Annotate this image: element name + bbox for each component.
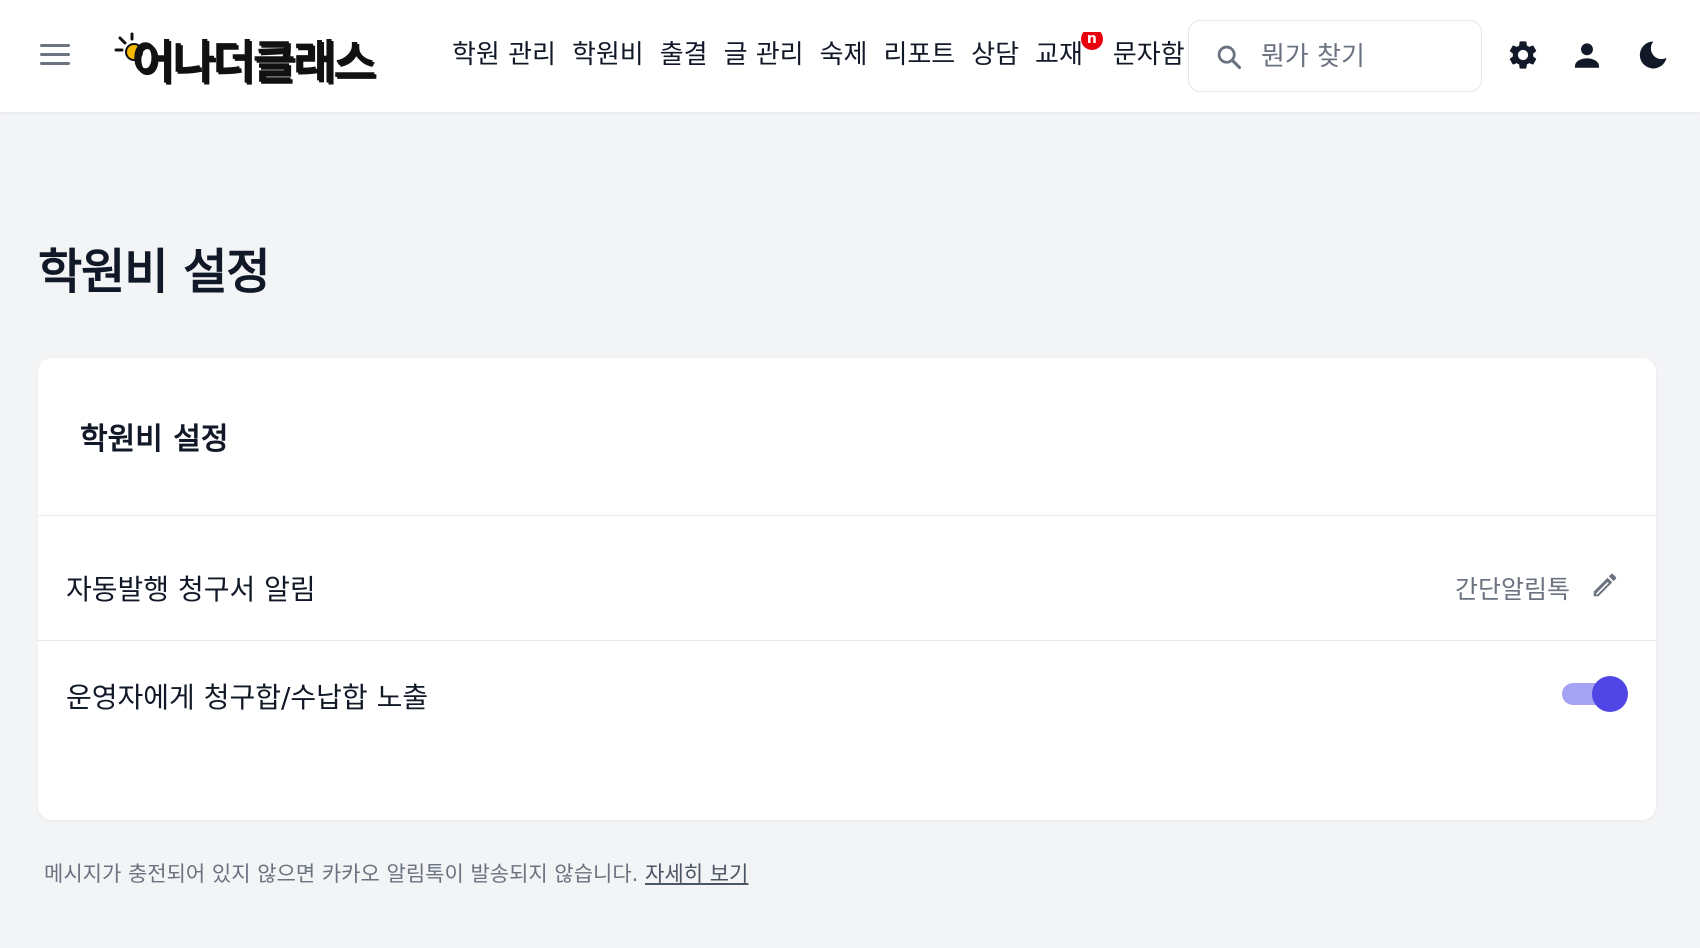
divider — [38, 640, 1656, 641]
search-icon — [1217, 45, 1242, 70]
search-box — [1188, 20, 1482, 92]
new-badge: n — [1080, 32, 1103, 50]
menu-icon[interactable] — [40, 44, 70, 66]
card-title: 학원비 설정 — [80, 422, 229, 457]
nav-item-homework[interactable]: 숙제 — [812, 32, 876, 78]
divider — [38, 515, 1656, 516]
moon-icon[interactable] — [1636, 38, 1670, 72]
expose-totals-label: 운영자에게 청구합/수납합 노출 — [66, 681, 429, 714]
invoice-notification-label: 자동발행 청구서 알림 — [66, 573, 316, 606]
pencil-icon[interactable] — [1590, 570, 1620, 600]
footer-note: 메시지가 충전되어 있지 않으면 카카오 알림톡이 발송되지 않습니다. 자세히… — [44, 862, 749, 886]
page-title: 학원비 설정 — [38, 244, 271, 300]
user-icon[interactable] — [1570, 38, 1604, 72]
nav-item-tuition[interactable]: 학원비 — [564, 32, 652, 78]
logo-text: 어나더클래스 — [132, 35, 376, 89]
nav-item-messages[interactable]: 문자함 — [1105, 32, 1188, 78]
nav-item-textbook[interactable]: 교재 n — [1027, 32, 1103, 78]
nav-item-academy[interactable]: 학원 관리 — [444, 32, 564, 78]
main-nav: 학원 관리 학원비 출결 글 관리 숙제 리포트 상담 교재 n 문자함 — [444, 32, 1188, 78]
nav-item-posts[interactable]: 글 관리 — [716, 32, 812, 78]
nav-item-report[interactable]: 리포트 — [875, 32, 963, 78]
nav-item-counseling[interactable]: 상담 — [963, 32, 1027, 78]
top-header: 어나더클래스 학원 관리 학원비 출결 글 관리 숙제 리포트 상담 교재 n … — [0, 0, 1700, 112]
search-input[interactable] — [1261, 39, 1471, 75]
settings-card: 학원비 설정 자동발행 청구서 알림 간단알림톡 운영자에게 청구합/수납합 노… — [38, 358, 1656, 820]
invoice-notification-value: 간단알림톡 — [1454, 575, 1570, 604]
gear-icon[interactable] — [1506, 38, 1540, 72]
details-link[interactable]: 자세히 보기 — [645, 862, 748, 886]
app-logo[interactable]: 어나더클래스 — [114, 22, 394, 89]
nav-item-attendance[interactable]: 출결 — [652, 32, 716, 78]
toggle-knob — [1592, 676, 1628, 712]
expose-totals-toggle[interactable] — [1560, 676, 1628, 712]
